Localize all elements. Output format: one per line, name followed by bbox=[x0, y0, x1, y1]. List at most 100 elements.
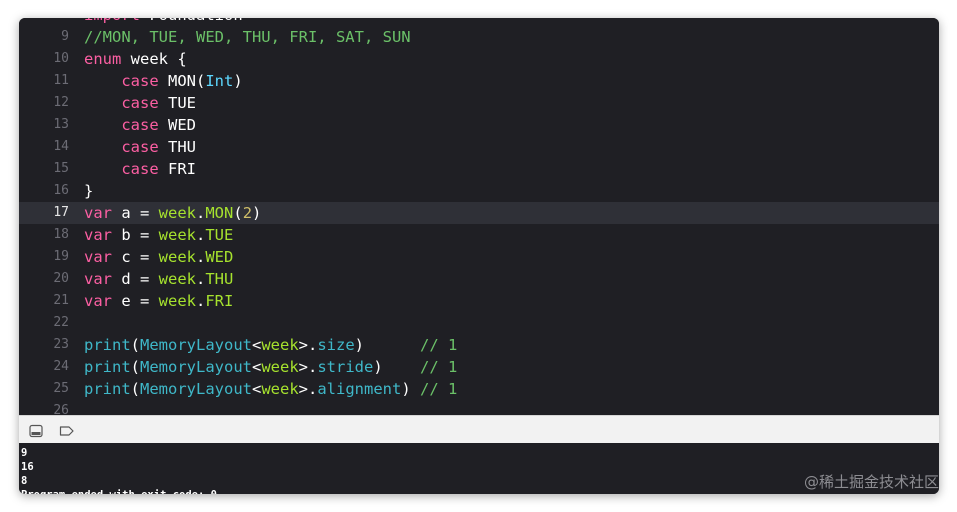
code-lines: 8 import Foundation 9 //MON, TUE, WED, THU,… bbox=[19, 18, 939, 415]
code-token: var bbox=[84, 226, 112, 244]
code-text: case THU bbox=[84, 136, 196, 158]
code-token: FRI bbox=[205, 292, 234, 310]
code-token: // 1 bbox=[420, 358, 458, 376]
code-token: { bbox=[168, 50, 187, 68]
code-token: 2 bbox=[242, 204, 253, 222]
line-number: 9 bbox=[61, 29, 69, 44]
code-line[interactable]: 8 import Foundation bbox=[19, 18, 939, 26]
code-token: //MON, TUE, WED, THU, FRI, SAT, SUN bbox=[84, 28, 411, 46]
code-token: week bbox=[261, 380, 299, 398]
code-line[interactable]: 17 var a = week.MON(2) bbox=[19, 202, 939, 224]
code-line[interactable]: 13 case WED bbox=[19, 114, 939, 136]
code-token: print bbox=[84, 336, 131, 354]
debug-bar bbox=[19, 415, 939, 445]
code-token: MemoryLayout bbox=[140, 380, 252, 398]
code-line[interactable]: 9 //MON, TUE, WED, THU, FRI, SAT, SUN bbox=[19, 26, 939, 48]
line-number: 23 bbox=[53, 337, 69, 352]
code-editor[interactable]: 8 import Foundation 9 //MON, TUE, WED, THU,… bbox=[19, 18, 939, 415]
code-line[interactable]: 25 print(MemoryLayout<week>.alignment) //… bbox=[19, 378, 939, 400]
code-token: WED bbox=[205, 248, 234, 266]
console-line: Program ended with exit code: 0 bbox=[21, 488, 217, 494]
line-number: 15 bbox=[53, 161, 69, 176]
code-text: import Foundation bbox=[84, 18, 243, 26]
code-token: . bbox=[196, 270, 206, 288]
line-number: 17 bbox=[53, 205, 69, 220]
line-number: 25 bbox=[53, 381, 69, 396]
code-token: ( bbox=[233, 204, 243, 222]
code-token: enum bbox=[84, 50, 122, 68]
code-token: ( bbox=[130, 336, 141, 354]
code-token: < bbox=[252, 336, 262, 354]
panel-toggle-icon[interactable] bbox=[29, 423, 43, 438]
line-number: 8 bbox=[19, 18, 69, 26]
code-line[interactable]: 14 case THU bbox=[19, 136, 939, 158]
line-number: 26 bbox=[53, 403, 69, 415]
code-line[interactable]: 21 var e = week.FRI bbox=[19, 290, 939, 312]
console-line: 16 bbox=[21, 461, 34, 473]
line-number: 22 bbox=[53, 315, 69, 330]
code-token: ) bbox=[354, 336, 420, 354]
code-text: var b = week.TUE bbox=[84, 224, 233, 246]
code-token: < bbox=[252, 358, 262, 376]
console-lines: 9 16 8Program ended with exit code: 0 bbox=[21, 446, 217, 494]
code-line[interactable]: 24 print(MemoryLayout<week>.stride) // 1 bbox=[19, 356, 939, 378]
code-token: e = bbox=[112, 292, 159, 310]
line-number: 21 bbox=[53, 293, 69, 308]
code-text: case MON(Int) bbox=[84, 70, 242, 92]
line-number: 16 bbox=[53, 183, 69, 198]
code-token: var bbox=[84, 292, 112, 310]
code-token: >. bbox=[298, 358, 318, 376]
code-token: . bbox=[196, 292, 206, 310]
code-line[interactable]: 23 print(MemoryLayout<week>.size) // 1 bbox=[19, 334, 939, 356]
code-token: ) bbox=[373, 358, 421, 376]
code-token: stride bbox=[317, 358, 374, 376]
code-text: var c = week.WED bbox=[84, 246, 233, 268]
code-text: case WED bbox=[84, 114, 196, 136]
code-token: week bbox=[261, 336, 299, 354]
code-token: ( bbox=[130, 358, 141, 376]
code-token: var bbox=[84, 248, 112, 266]
code-token: // 1 bbox=[420, 336, 458, 354]
code-token: THU bbox=[158, 138, 196, 156]
code-token: week bbox=[158, 292, 196, 310]
code-text: var d = week.THU bbox=[84, 268, 233, 290]
code-token: ( bbox=[130, 380, 141, 398]
code-line[interactable]: 18 var b = week.TUE bbox=[19, 224, 939, 246]
code-token: case bbox=[121, 72, 159, 90]
code-token: ) bbox=[401, 380, 421, 398]
label-tag-icon[interactable] bbox=[59, 423, 74, 437]
code-token: MemoryLayout bbox=[140, 336, 252, 354]
console-output[interactable]: 9 16 8Program ended with exit code: 0 bbox=[19, 443, 939, 494]
code-line[interactable]: 26 bbox=[19, 400, 939, 415]
code-text: //MON, TUE, WED, THU, FRI, SAT, SUN bbox=[84, 26, 411, 48]
code-text: case FRI bbox=[84, 158, 196, 180]
code-token: week bbox=[158, 248, 196, 266]
code-line[interactable]: 20 var d = week.THU bbox=[19, 268, 939, 290]
code-token: import bbox=[84, 18, 140, 24]
code-text: print(MemoryLayout<week>.stride) // 1 bbox=[84, 356, 457, 378]
line-number: 18 bbox=[53, 227, 69, 242]
xcode-window: 8 import Foundation 9 //MON, TUE, WED, THU,… bbox=[19, 18, 939, 494]
line-number: 19 bbox=[53, 249, 69, 264]
code-line[interactable]: 12 case TUE bbox=[19, 92, 939, 114]
code-token: alignment bbox=[317, 380, 402, 398]
code-line[interactable]: 16} bbox=[19, 180, 939, 202]
code-line[interactable]: 10 enum week { bbox=[19, 48, 939, 70]
code-line[interactable]: 11 case MON(Int) bbox=[19, 70, 939, 92]
code-token: . bbox=[196, 204, 206, 222]
code-line[interactable]: 15 case FRI bbox=[19, 158, 939, 180]
code-token: b = bbox=[112, 226, 159, 244]
code-token: week bbox=[261, 358, 299, 376]
code-line[interactable]: 22 bbox=[19, 312, 939, 334]
code-token: TUE bbox=[205, 226, 234, 244]
code-line[interactable]: 19 var c = week.WED bbox=[19, 246, 939, 268]
code-text: } bbox=[84, 180, 93, 202]
code-token: Foundation bbox=[149, 18, 242, 24]
